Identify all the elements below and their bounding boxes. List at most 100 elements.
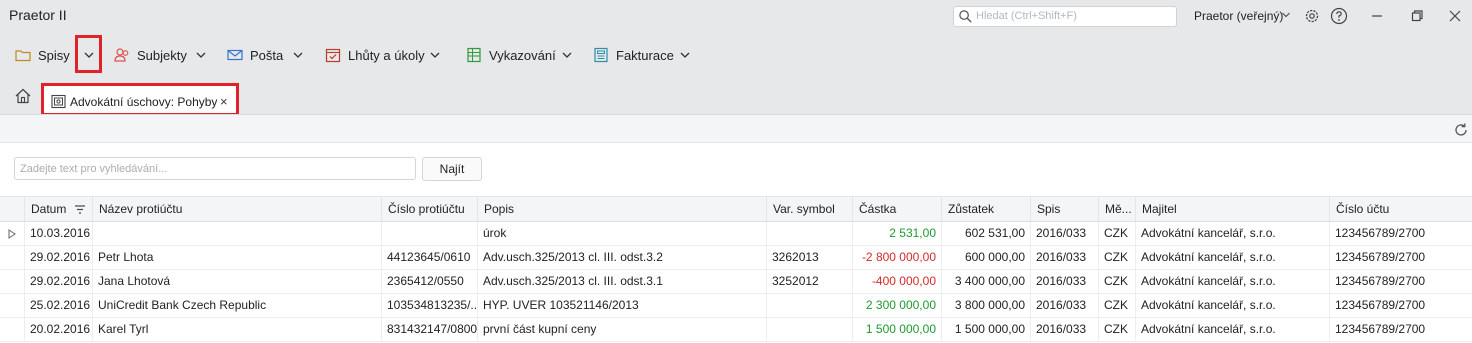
cell-cislo-uctu: 123456789/2700 (1329, 294, 1472, 317)
cell-spis: 2016/033 (1030, 318, 1098, 341)
cell-spis: 2016/033 (1030, 222, 1098, 245)
minimize-icon[interactable] (1368, 7, 1386, 25)
cell-castka: -400 000,00 (852, 270, 941, 293)
chevron-down-icon[interactable] (679, 49, 691, 61)
cell-var-symbol (766, 318, 852, 341)
cell-popis: první část kupní ceny (477, 318, 766, 341)
restore-icon[interactable] (1408, 7, 1426, 25)
search-input[interactable]: Zadejte text pro vyhledávání... (14, 157, 416, 180)
cell-castka: 2 300 000,00 (852, 294, 941, 317)
chevron-down-icon[interactable] (195, 49, 207, 61)
chevron-down-icon[interactable] (292, 49, 304, 61)
table-row[interactable]: 20.02.2016 Karel Tyrl 831432147/0800 prv… (0, 318, 1472, 342)
highlight-box (75, 35, 102, 73)
table-row[interactable]: 29.02.2016 Petr Lhota 44123645/0610 Adv.… (0, 246, 1472, 270)
close-icon[interactable] (1446, 7, 1464, 25)
tab-label: Advokátní úschovy: Pohyby (70, 95, 218, 109)
cell-nazev-protiuctu: Karel Tyrl (92, 318, 381, 341)
cell-cislo-uctu: 123456789/2700 (1329, 318, 1472, 341)
gear-icon[interactable] (1303, 7, 1321, 25)
cell-var-symbol: 3252012 (766, 270, 852, 293)
folder-icon (15, 50, 31, 62)
table-row[interactable]: 25.02.2016 UniCredit Bank Czech Republic… (0, 294, 1472, 318)
cell-datum: 29.02.2016 (24, 246, 92, 269)
table-row[interactable]: 10.03.2016 úrok 2 531,00 602 531,00 2016… (0, 222, 1472, 246)
cell-mena: CZK (1098, 246, 1135, 269)
column-header-nazev-protiuctu[interactable]: Název protiúčtu (92, 197, 381, 222)
help-icon[interactable] (1330, 7, 1348, 25)
table-row[interactable]: 29.02.2016 Jana Lhotová 2365412/0550 Adv… (0, 270, 1472, 294)
column-header-cislo-protiuctu[interactable]: Číslo protiúčtu (381, 197, 477, 222)
refresh-icon[interactable] (1453, 122, 1469, 138)
cell-popis: Adv.usch.325/2013 cl. III. odst.3.2 (477, 246, 766, 269)
column-header-mena[interactable]: Mě... (1098, 197, 1135, 222)
chevron-down-icon[interactable] (1281, 10, 1291, 20)
menu-vykazovani[interactable]: Vykazování (465, 42, 556, 68)
column-header-var-symbol[interactable]: Var. symbol (766, 197, 852, 222)
home-icon[interactable] (14, 87, 32, 105)
cell-cislo-protiuctu: 44123645/0610 (381, 246, 477, 269)
cell-majitel: Advokátní kancelář, s.r.o. (1135, 294, 1329, 317)
row-indicator-icon (8, 229, 16, 239)
column-header-zustatek[interactable]: Zůstatek (941, 197, 1030, 222)
chevron-down-icon[interactable] (429, 49, 441, 61)
menu-posta[interactable]: Pošta (226, 42, 283, 68)
cell-cislo-uctu: 123456789/2700 (1329, 270, 1472, 293)
find-button[interactable]: Najít (422, 157, 482, 181)
column-header-majitel[interactable]: Majitel (1135, 197, 1329, 222)
menu-lhuty-a-ukoly[interactable]: Lhůty a úkoly (324, 42, 425, 68)
sort-filter-icon[interactable] (74, 204, 86, 215)
cell-majitel: Advokátní kancelář, s.r.o. (1135, 270, 1329, 293)
column-header-spis[interactable]: Spis (1030, 197, 1098, 222)
content-header-bar (0, 115, 1472, 143)
cell-zustatek: 602 531,00 (941, 222, 1030, 245)
cell-castka: -2 800 000,00 (852, 246, 941, 269)
tab-close-icon[interactable]: × (220, 94, 228, 109)
menu-subjekty[interactable]: Subjekty (113, 42, 187, 68)
profile-selector[interactable]: Praetor (veřejný) (1194, 9, 1283, 23)
column-header-popis[interactable]: Popis (477, 197, 766, 222)
calendar-check-icon (325, 48, 341, 63)
cell-var-symbol (766, 222, 852, 245)
people-icon (114, 48, 129, 62)
invoice-icon (594, 47, 608, 63)
menu-fakturace[interactable]: Fakturace (592, 42, 674, 68)
main-menu-bar: Spisy Subjekty Pošta Lhůty a úkoly Vykaz… (0, 34, 1472, 78)
tab-advokatni-uschovy-pohyby[interactable]: Advokátní úschovy: Pohyby × (41, 83, 239, 116)
title-bar: Praetor II Hledat (Ctrl+Shift+F) Praetor… (0, 0, 1472, 34)
cell-nazev-protiuctu (92, 222, 381, 245)
menu-label: Vykazování (489, 47, 556, 63)
column-header-castka[interactable]: Částka (852, 197, 941, 222)
cell-datum: 25.02.2016 (24, 294, 92, 317)
cell-zustatek: 1 500 000,00 (941, 318, 1030, 341)
cell-nazev-protiuctu: UniCredit Bank Czech Republic (92, 294, 381, 317)
cell-datum: 29.02.2016 (24, 270, 92, 293)
safe-icon (51, 94, 66, 109)
global-search-input[interactable]: Hledat (Ctrl+Shift+F) (953, 6, 1177, 27)
menu-spisy[interactable]: Spisy (14, 42, 70, 68)
cell-cislo-uctu: 123456789/2700 (1329, 222, 1472, 245)
cell-castka: 1 500 000,00 (852, 318, 941, 341)
cell-majitel: Advokátní kancelář, s.r.o. (1135, 318, 1329, 341)
search-icon (959, 10, 972, 23)
cell-mena: CZK (1098, 270, 1135, 293)
column-header-cislo-uctu[interactable]: Číslo účtu (1329, 197, 1472, 222)
global-search-placeholder: Hledat (Ctrl+Shift+F) (976, 10, 1077, 22)
cell-var-symbol (766, 294, 852, 317)
envelope-icon (227, 49, 243, 61)
spreadsheet-icon (467, 47, 481, 63)
cell-datum: 20.02.2016 (24, 318, 92, 341)
grid-header: Datum Název protiúčtu Číslo protiúčtu Po… (0, 196, 1472, 222)
tab-strip: Advokátní úschovy: Pohyby × (0, 78, 1472, 116)
menu-label: Fakturace (616, 47, 674, 63)
menu-label: Spisy (38, 47, 70, 63)
menu-label: Pošta (250, 47, 284, 63)
cell-cislo-protiuctu: 103534813235/... (381, 294, 477, 317)
chevron-down-icon[interactable] (561, 49, 573, 61)
cell-spis: 2016/033 (1030, 270, 1098, 293)
cell-nazev-protiuctu: Jana Lhotová (92, 270, 381, 293)
cell-spis: 2016/033 (1030, 246, 1098, 269)
cell-cislo-protiuctu: 2365412/0550 (381, 270, 477, 293)
cell-cislo-protiuctu (381, 222, 477, 245)
menu-label: Lhůty a úkoly (348, 47, 425, 63)
